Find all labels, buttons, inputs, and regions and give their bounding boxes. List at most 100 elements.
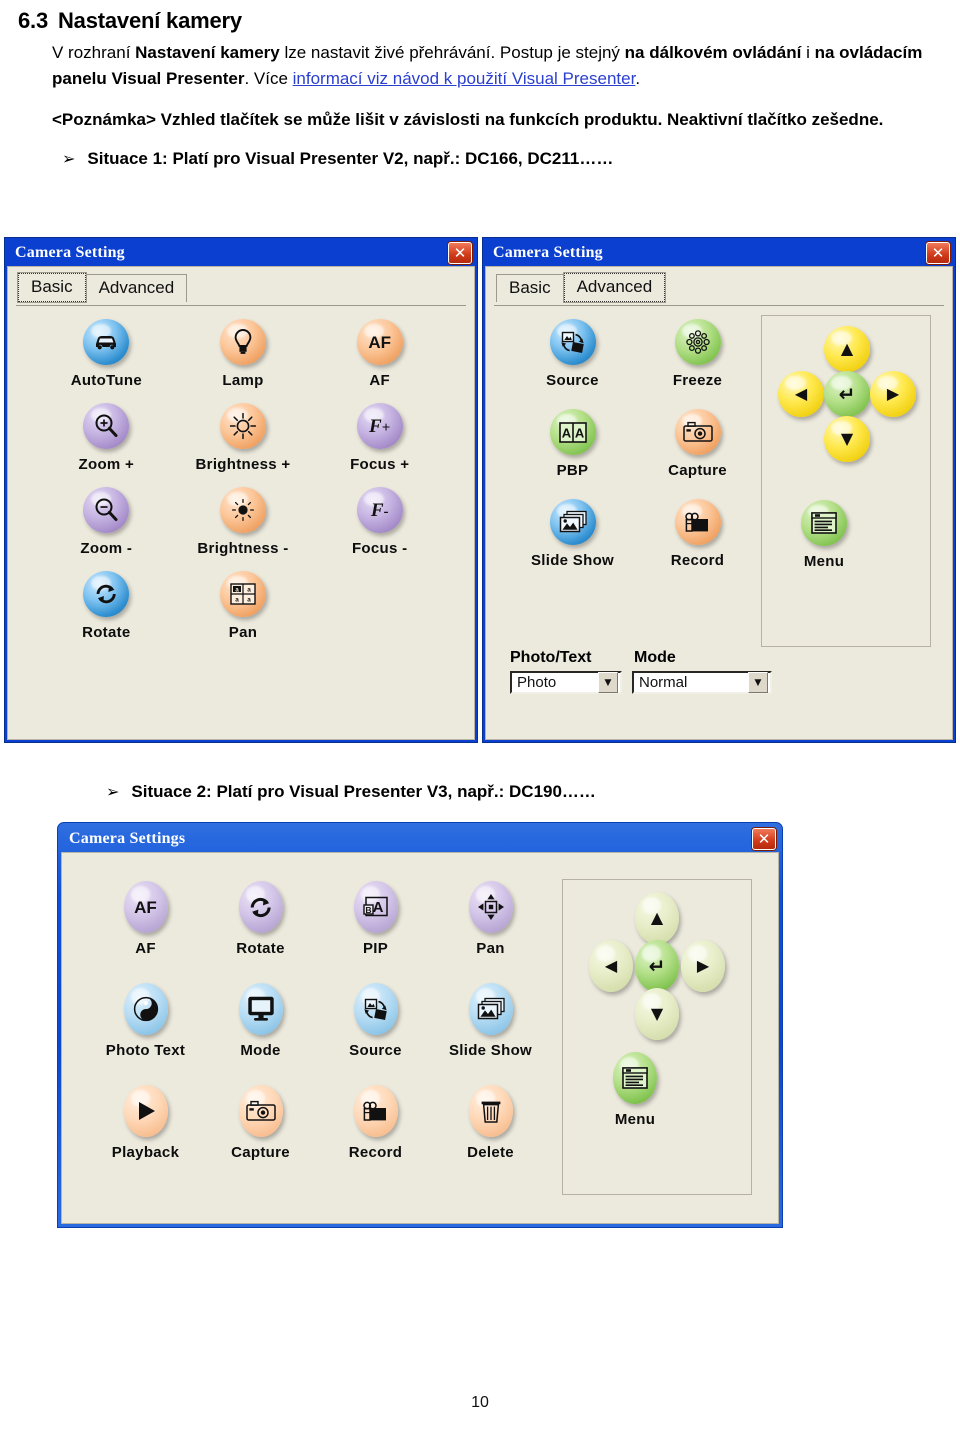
bullet-situation-1-label: Situace 1: Platí pro Visual Presenter V2… [87, 149, 614, 168]
v3-window-titlebar[interactable]: Camera Settings ✕ [61, 826, 779, 852]
bullet-arrow-icon: ➢ [106, 782, 120, 801]
basic-window-titlebar[interactable]: Camera Setting ✕ [7, 240, 475, 266]
tab-basic[interactable]: Basic [496, 274, 564, 302]
button-delete[interactable]: Delete [433, 1085, 548, 1161]
rotate-icon [238, 881, 283, 933]
button-mode[interactable]: Mode [203, 983, 318, 1059]
manual-link[interactable]: informací viz návod k použití Visual Pre… [293, 69, 636, 88]
button-af[interactable]: AF AF [88, 881, 203, 957]
intro-text-4: i [801, 43, 815, 62]
close-icon[interactable]: ✕ [752, 828, 776, 850]
button-record[interactable]: Record [318, 1085, 433, 1161]
button-source-label: Source [349, 1042, 402, 1059]
button-rotate[interactable]: Rotate [38, 571, 175, 641]
button-capture[interactable]: Capture [635, 409, 760, 479]
photo-text-label: Photo/Text [510, 649, 592, 666]
mode-select[interactable]: Normal ▼ [632, 671, 772, 694]
button-delete-label: Delete [467, 1144, 514, 1161]
dpad-left-button[interactable]: ◀ [589, 940, 633, 992]
button-autotune[interactable]: AutoTune [38, 319, 175, 389]
button-playback[interactable]: Playback [88, 1085, 203, 1161]
dpad-left-button[interactable]: ◀ [778, 371, 824, 417]
button-photo-text[interactable]: Photo Text [88, 983, 203, 1059]
button-record-label: Record [348, 1144, 403, 1161]
bullet-situation-2: ➢ Situace 2: Platí pro Visual Presenter … [106, 782, 596, 802]
close-icon[interactable]: ✕ [448, 242, 472, 264]
button-zoom-in[interactable]: Zoom + [38, 403, 175, 473]
dpad-up-button[interactable]: ▲ [824, 326, 870, 372]
button-zoom-out[interactable]: Zoom - [38, 487, 175, 557]
button-slideshow[interactable]: Slide Show [510, 499, 635, 569]
dpad: ▲ ◀ ↵ ▶ ▼ [778, 326, 916, 462]
close-icon[interactable]: ✕ [926, 242, 950, 264]
button-pbp-label: PBP [556, 462, 589, 479]
button-rotate-label: Rotate [236, 940, 285, 957]
dpad-enter-button[interactable]: ↵ [824, 371, 870, 417]
button-pan[interactable]: aaaa Pan [175, 571, 312, 641]
slideshow-icon [468, 983, 513, 1035]
page-number: 10 [471, 1394, 489, 1411]
button-brightness-up[interactable]: Brightness + [175, 403, 312, 473]
button-af[interactable]: AF AF [311, 319, 448, 389]
svg-text:B: B [365, 905, 371, 915]
tab-basic[interactable]: Basic [17, 272, 87, 303]
button-slideshow-label: Slide Show [448, 1042, 532, 1059]
button-lamp[interactable]: Lamp [175, 319, 312, 389]
button-brightness-down[interactable]: Brightness - [175, 487, 312, 557]
rotate-icon [83, 571, 130, 617]
button-brightness-down-label: Brightness - [197, 540, 289, 557]
dpad-right-button[interactable]: ▶ [681, 940, 725, 992]
button-menu[interactable]: Menu [801, 500, 847, 570]
monitor-icon [238, 983, 283, 1035]
tab-advanced[interactable]: Advanced [562, 272, 667, 303]
button-pip-label: PIP [362, 940, 389, 957]
lightbulb-icon [219, 319, 266, 365]
source-swap-icon [353, 983, 398, 1035]
advanced-window-titlebar[interactable]: Camera Setting ✕ [485, 240, 953, 266]
button-af-label: AF [369, 372, 390, 389]
svg-text:a: a [247, 596, 251, 603]
button-focus-out-label: Focus - [351, 540, 408, 557]
advanced-window-title: Camera Setting [493, 244, 603, 261]
button-menu[interactable]: Menu [613, 1052, 657, 1128]
button-capture[interactable]: Capture [203, 1085, 318, 1161]
dpad-up-button[interactable]: ▲ [635, 892, 679, 944]
button-focus-out[interactable]: F- Focus - [311, 487, 448, 557]
button-zoom-in-label: Zoom + [78, 456, 135, 473]
button-pip[interactable]: AB PIP [318, 881, 433, 957]
dpad-right-button[interactable]: ▶ [870, 371, 916, 417]
photo-text-select[interactable]: Photo ▼ [510, 671, 622, 694]
button-pan[interactable]: Pan [433, 881, 548, 957]
basic-window-client: Basic Advanced AutoTune Lamp AF AF Zoom … [7, 266, 475, 740]
navigation-group: ▲ ◀ ↵ ▶ ▼ Menu [562, 879, 752, 1195]
intro-text-6: . [635, 69, 641, 88]
dpad-down-button[interactable]: ▼ [635, 988, 679, 1040]
pip-ab-icon: AB [353, 881, 398, 933]
tab-advanced[interactable]: Advanced [85, 274, 188, 302]
dpad-enter-button[interactable]: ↵ [635, 940, 679, 992]
chevron-down-icon[interactable]: ▼ [748, 672, 768, 693]
button-record[interactable]: Record [635, 499, 760, 569]
intro-text-2: lze nastavit živé přehrávání. [279, 43, 500, 62]
v3-window-title: Camera Settings [69, 830, 186, 847]
button-lamp-label: Lamp [222, 372, 264, 389]
button-pbp[interactable]: AA PBP [510, 409, 635, 479]
photo-text-icon [123, 983, 168, 1035]
chevron-down-icon[interactable]: ▼ [598, 672, 618, 693]
button-focus-in[interactable]: F+ Focus + [311, 403, 448, 473]
play-icon [123, 1085, 168, 1137]
camera-settings-v3-window[interactable]: Camera Settings ✕ AF AF Rotate AB PIP Pa… [57, 822, 783, 1228]
camera-setting-basic-window[interactable]: Camera Setting ✕ Basic Advanced AutoTune [4, 237, 478, 743]
focus-minus-icon: F- [356, 487, 403, 533]
button-rotate[interactable]: Rotate [203, 881, 318, 957]
dpad-down-button[interactable]: ▼ [824, 416, 870, 462]
camera-icon [674, 409, 721, 455]
button-slideshow-label: Slide Show [530, 552, 614, 569]
button-source[interactable]: Source [318, 983, 433, 1059]
svg-text:A: A [574, 425, 584, 440]
button-source[interactable]: Source [510, 319, 635, 389]
button-slideshow[interactable]: Slide Show [433, 983, 548, 1059]
af-text-icon: AF [356, 319, 403, 365]
button-freeze[interactable]: Freeze [635, 319, 760, 389]
camera-setting-advanced-window[interactable]: Camera Setting ✕ Basic Advanced Source F… [482, 237, 956, 743]
